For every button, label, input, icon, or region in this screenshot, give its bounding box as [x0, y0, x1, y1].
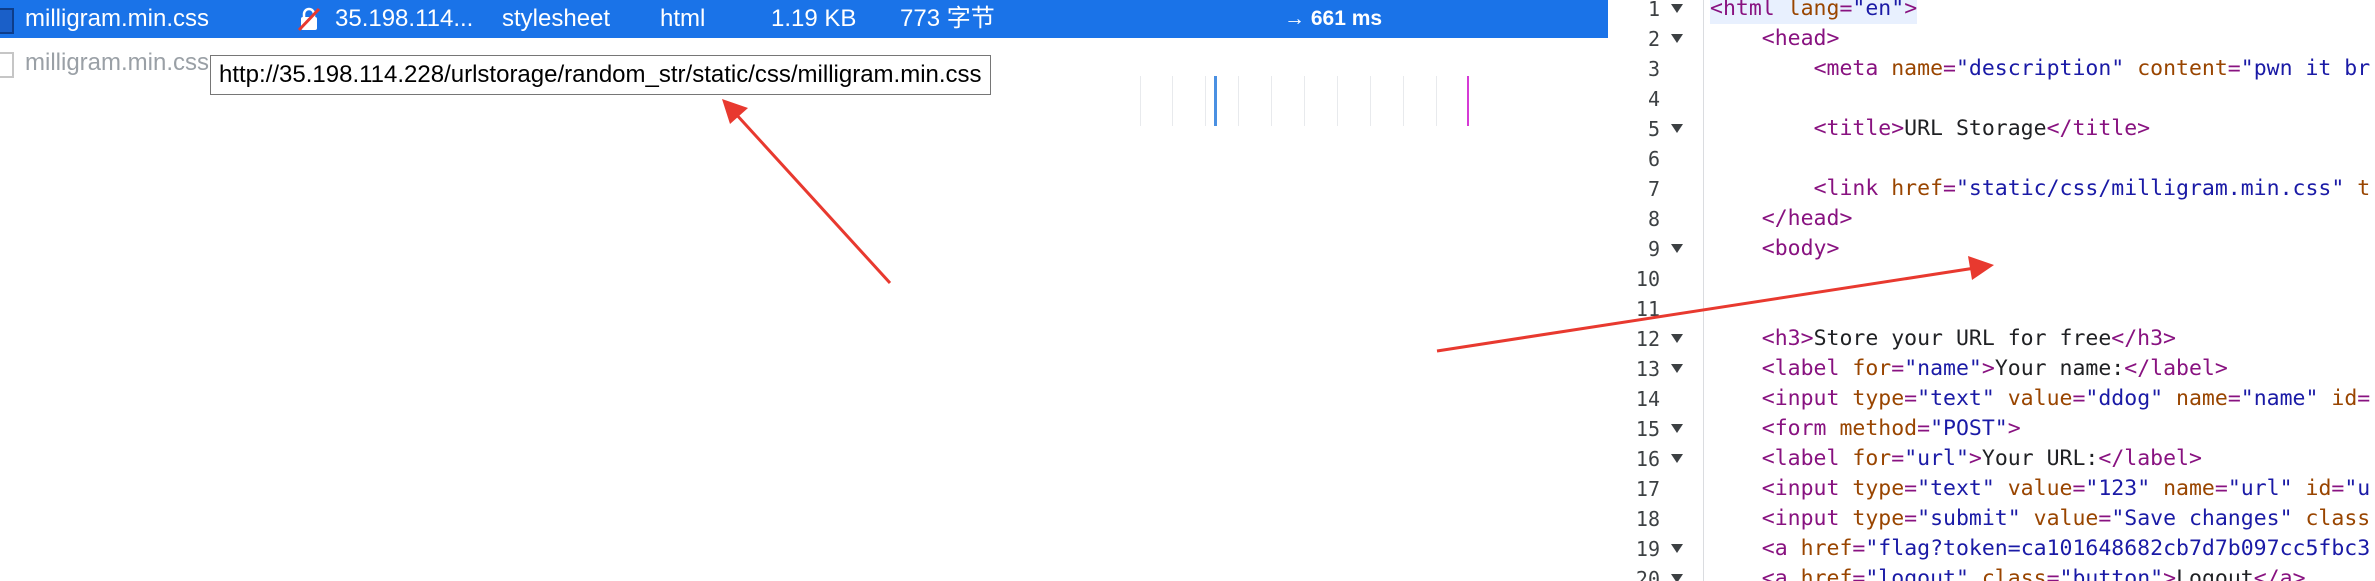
code-text: <title>URL Storage</title> [1813, 116, 2151, 141]
source-line: 12 <h3>Store your URL for free</h3> [1608, 324, 2375, 354]
code-text: <h3>Store your URL for free</h3> [1761, 326, 2177, 351]
request-domain: 35.198.114... [335, 5, 474, 32]
source-line: 15 <form method="POST"> [1608, 414, 2375, 444]
timeline-gridline [1271, 76, 1272, 126]
line-number: 17 [1635, 477, 1660, 501]
fold-toggle-icon[interactable] [1671, 124, 1683, 133]
source-line: 9 <body> [1608, 234, 2375, 264]
line-number: 9 [1647, 237, 1660, 261]
line-number: 20 [1635, 567, 1660, 581]
line-number: 18 [1635, 507, 1660, 531]
source-line: 10 [1608, 264, 2375, 294]
fold-toggle-icon[interactable] [1671, 244, 1683, 253]
source-line: 7 <link href="static/css/milligram.min.c… [1608, 174, 2375, 204]
source-line: 13 <label for="name">Your name:</label> [1608, 354, 2375, 384]
timeline-gridline [1238, 76, 1239, 126]
fold-toggle-icon[interactable] [1671, 334, 1683, 343]
source-line: 8 </head> [1608, 204, 2375, 234]
request-type: stylesheet [502, 5, 611, 32]
timeline-gridline [1370, 76, 1371, 126]
source-line: 4 [1608, 84, 2375, 114]
request-transferred: 773 字节 [900, 5, 995, 32]
request-row-selected[interactable]: milligram.min.css 35.198.114... styleshe… [0, 0, 1608, 38]
source-line: 18 <input type="submit" value="Save chan… [1608, 504, 2375, 534]
line-number: 3 [1647, 57, 1660, 81]
code-text: <input type="text" value="123" name="url… [1761, 476, 2371, 501]
code-text: <input type="text" value="ddog" name="na… [1761, 386, 2371, 411]
fold-toggle-icon[interactable] [1671, 34, 1683, 43]
row-checkbox[interactable] [0, 8, 14, 34]
fold-toggle-icon[interactable] [1671, 454, 1683, 463]
timeline-gridline [1337, 76, 1338, 126]
line-number: 8 [1647, 207, 1660, 231]
source-line: 11 [1608, 294, 2375, 324]
code-text: <a href="flag?token=ca101648682cb7d7b097… [1761, 536, 2371, 561]
fold-toggle-icon[interactable] [1671, 424, 1683, 433]
code-text: <body> [1761, 236, 1840, 261]
dom-content-loaded-marker [1214, 76, 1217, 126]
timeline-gridline [1304, 76, 1305, 126]
code-text: <meta name="description" content="pwn it… [1813, 56, 2371, 81]
code-text: </head> [1761, 206, 1853, 231]
line-number: 4 [1647, 87, 1660, 111]
row-checkbox[interactable] [0, 52, 14, 78]
fold-toggle-icon[interactable] [1671, 4, 1683, 13]
code-text: <link href="static/css/milligram.min.css… [1813, 176, 2371, 201]
load-event-marker [1467, 76, 1469, 126]
code-text: <input type="submit" value="Save changes… [1761, 506, 2371, 531]
source-line: 1 <html lang="en"> [1608, 0, 2375, 24]
line-number: 1 [1647, 0, 1660, 21]
request-size: 1.19 KB [771, 5, 857, 32]
fold-toggle-icon[interactable] [1671, 364, 1683, 373]
code-text: <head> [1761, 26, 1840, 51]
line-number: 7 [1647, 177, 1660, 201]
source-line: 19 <a href="flag?token=ca101648682cb7d7b… [1608, 534, 2375, 564]
code-text: <form method="POST"> [1761, 416, 2021, 441]
line-number: 15 [1635, 417, 1660, 441]
code-text: <a href="logout" class="button">Logout</… [1761, 566, 2306, 581]
html-source-viewer: 1 <html lang="en"> 2 <head> 3 <meta name="d… [1608, 0, 2375, 581]
code-text: <label for="url">Your URL:</label> [1761, 446, 2202, 471]
source-line: 6 [1608, 144, 2375, 174]
source-line: 17 <input type="text" value="123" name="… [1608, 474, 2375, 504]
timeline-gridline [1436, 76, 1437, 126]
line-number: 13 [1635, 357, 1660, 381]
line-number: 2 [1647, 27, 1660, 51]
request-name: milligram.min.css [25, 5, 210, 32]
line-number: 5 [1647, 117, 1660, 141]
timeline-gridline [1205, 76, 1206, 126]
request-time: → 661 ms [1284, 7, 1383, 30]
network-request-list: milligram.min.css 35.198.114... styleshe… [0, 0, 1608, 581]
source-line: 5 <title>URL Storage</title> [1608, 114, 2375, 144]
line-number: 11 [1635, 297, 1660, 321]
line-number: 10 [1635, 267, 1660, 291]
request-initiator: html [660, 5, 706, 32]
line-number: 6 [1647, 147, 1660, 171]
url-tooltip: http://35.198.114.228/urlstorage/random_… [210, 55, 991, 95]
fold-toggle-icon[interactable] [1671, 574, 1683, 581]
source-line: 2 <head> [1608, 24, 2375, 54]
insecure-lock-icon [297, 7, 321, 32]
request-name: milligram.min.css [25, 49, 210, 76]
line-number: 12 [1635, 327, 1660, 351]
fold-toggle-icon[interactable] [1671, 544, 1683, 553]
line-number: 14 [1635, 387, 1660, 411]
line-number: 16 [1635, 447, 1660, 471]
timeline-gridline [1172, 76, 1173, 126]
source-line: 20 <a href="logout" class="button">Logou… [1608, 564, 2375, 581]
line-number: 19 [1635, 537, 1660, 561]
source-line: 14 <input type="text" value="ddog" name=… [1608, 384, 2375, 414]
source-line: 3 <meta name="description" content="pwn … [1608, 54, 2375, 84]
code-text: <html lang="en"> [1710, 0, 1918, 24]
timeline-gridline [1403, 76, 1404, 126]
source-line: 16 <label for="url">Your URL:</label> [1608, 444, 2375, 474]
timeline-gridline [1140, 76, 1141, 126]
code-text: <label for="name">Your name:</label> [1761, 356, 2228, 381]
